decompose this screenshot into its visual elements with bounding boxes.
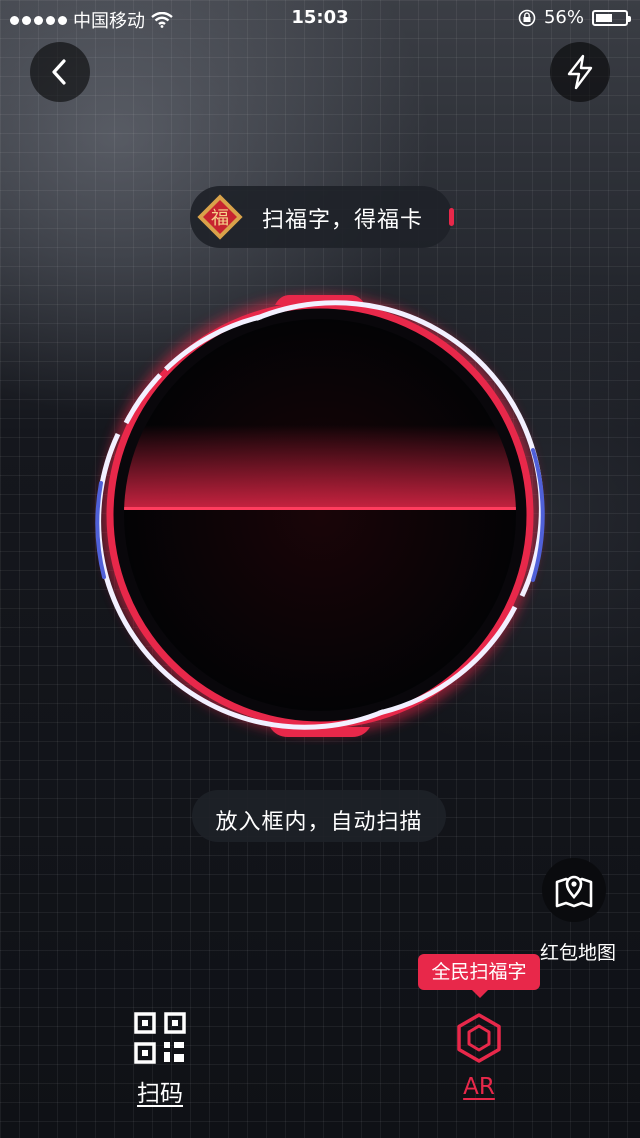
scan-line	[124, 507, 516, 510]
hint-banner: 福 扫福字，得福卡	[190, 186, 454, 248]
back-button[interactable]	[30, 42, 90, 102]
promo-tag: 全民扫福字	[418, 954, 540, 998]
tab-scan-code[interactable]: 扫码	[110, 1012, 210, 1108]
scan-area	[124, 319, 516, 711]
qr-code-icon	[134, 1012, 186, 1064]
scan-frame	[95, 295, 545, 737]
orientation-lock-icon	[518, 9, 536, 26]
svg-text:福: 福	[211, 208, 229, 229]
flash-button[interactable]	[550, 42, 610, 102]
tab-ar[interactable]: AR	[429, 1012, 529, 1100]
fu-badge-icon: 福	[197, 194, 243, 240]
tab-label-ar: AR	[463, 1074, 495, 1100]
battery-percent: 56%	[543, 7, 584, 28]
red-packet-map-button[interactable]	[542, 858, 606, 922]
tab-label-scan-code: 扫码	[137, 1081, 183, 1107]
scan-sweep	[124, 425, 516, 509]
status-bar: 中国移动 15:03 56%	[0, 0, 640, 36]
scan-instruction: 放入框内，自动扫描	[192, 790, 446, 842]
hint-text: 扫福字，得福卡	[262, 208, 424, 233]
instruction-text: 放入框内，自动扫描	[215, 810, 423, 835]
chevron-left-icon	[52, 59, 66, 85]
map-label: 红包地图	[539, 942, 616, 964]
hexagon-ar-icon	[457, 1013, 501, 1063]
lightning-icon	[567, 54, 593, 90]
battery-icon	[592, 9, 631, 26]
hint-accent	[449, 208, 454, 226]
map-pin-icon	[555, 875, 593, 908]
